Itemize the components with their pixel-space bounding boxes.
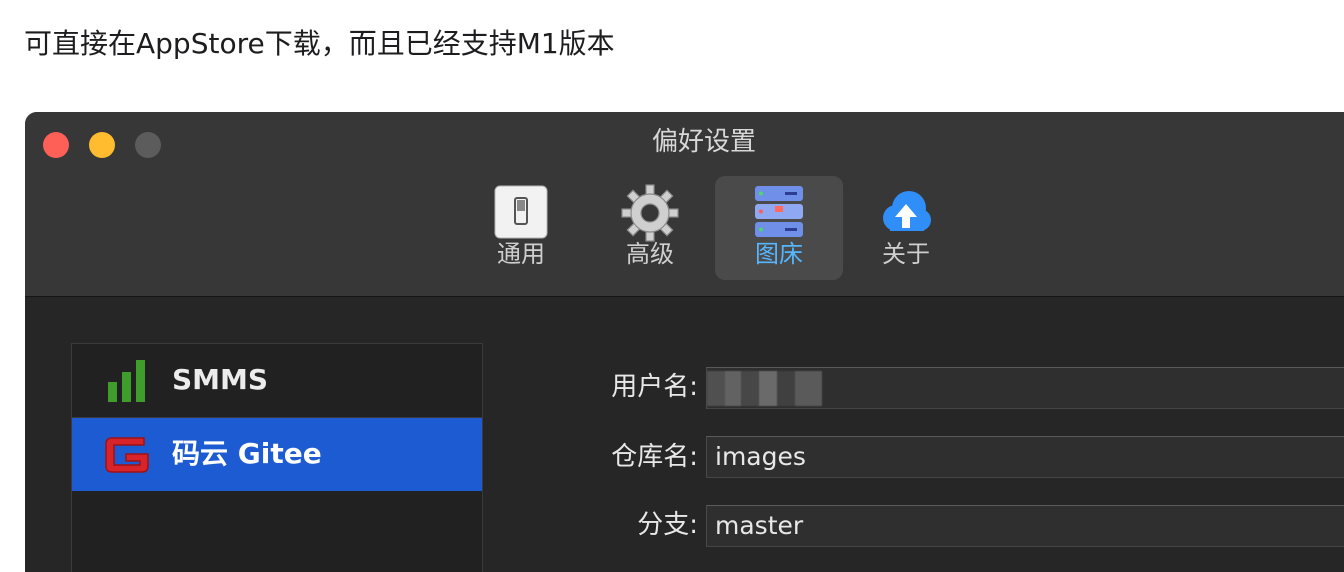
tab-general[interactable]: 通用 xyxy=(457,176,585,280)
page-caption: 可直接在AppStore下载，而且已经支持M1版本 xyxy=(24,27,615,60)
redacted-username xyxy=(707,371,822,406)
server-icon xyxy=(755,186,803,237)
window-title: 偏好设置 xyxy=(652,127,757,157)
window-toolbar: 偏好设置 通用 高级 图床 关于 xyxy=(25,112,1344,297)
username-field[interactable] xyxy=(706,367,1344,409)
image-host-list: SMMS 码云 Gitee xyxy=(71,343,483,572)
branch-label: 分支: xyxy=(637,510,698,540)
list-item-label: SMMS xyxy=(172,363,269,396)
username-label: 用户名: xyxy=(611,372,698,402)
tab-label: 关于 xyxy=(882,240,930,268)
minimize-button[interactable] xyxy=(89,132,115,158)
repo-field[interactable]: images xyxy=(706,436,1344,478)
gitee-logo-icon xyxy=(105,437,149,473)
gear-icon xyxy=(621,184,679,242)
tab-advanced[interactable]: 高级 xyxy=(586,176,714,280)
repo-label: 仓库名: xyxy=(611,442,698,472)
list-item-smms[interactable]: SMMS xyxy=(72,344,482,418)
cloud-upload-icon xyxy=(883,191,931,231)
tab-label: 高级 xyxy=(626,240,674,268)
tab-label: 图床 xyxy=(755,240,803,268)
tab-label: 通用 xyxy=(497,240,545,268)
branch-field[interactable]: master xyxy=(706,505,1344,547)
tab-image-host[interactable]: 图床 xyxy=(715,176,843,280)
preferences-window: 偏好设置 通用 高级 图床 关于 SMMS 码云 Gitee 用户名: 仓库名:… xyxy=(25,112,1344,572)
tab-about[interactable]: 关于 xyxy=(842,176,970,280)
list-item-gitee[interactable]: 码云 Gitee xyxy=(72,418,482,491)
signal-bars-icon xyxy=(108,360,145,402)
zoom-button[interactable] xyxy=(135,132,161,158)
close-button[interactable] xyxy=(43,132,69,158)
list-item-label: 码云 Gitee xyxy=(172,437,322,470)
switch-icon xyxy=(494,185,548,239)
